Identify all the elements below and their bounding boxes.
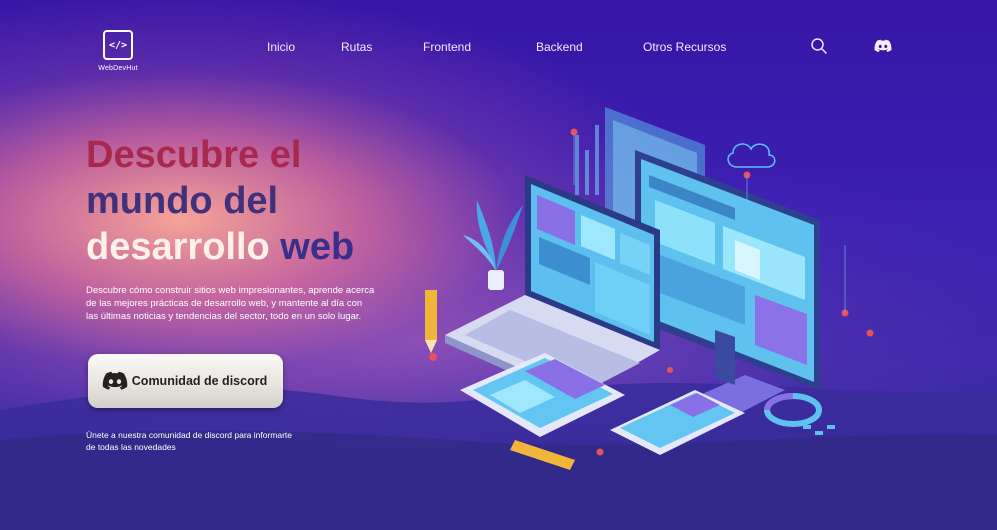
nav-link-rutas[interactable]: Rutas bbox=[341, 40, 372, 54]
pencil bbox=[425, 290, 437, 361]
nav-link-backend[interactable]: Backend bbox=[536, 40, 583, 54]
brand-name: WebDevHut bbox=[98, 65, 138, 72]
hero-title-line3a: desarrollo bbox=[86, 226, 281, 268]
search-icon[interactable] bbox=[810, 37, 828, 55]
hero-title-line3b: web bbox=[280, 226, 355, 268]
hero-title-line2: mundo del bbox=[86, 180, 279, 222]
nav-link-inicio[interactable]: Inicio bbox=[267, 40, 295, 54]
discord-icon[interactable] bbox=[874, 39, 892, 53]
discord-button-label: Comunidad de discord bbox=[131, 373, 268, 388]
ruler bbox=[510, 440, 575, 470]
hero-title-line1: Descubre el bbox=[86, 134, 302, 176]
code-icon: </> bbox=[103, 30, 133, 60]
top-navbar: </> WebDevHut Inicio Rutas Frontend Back… bbox=[0, 0, 997, 90]
hero-title: Descubre el mundo del desarrollo web bbox=[86, 132, 416, 270]
nav-link-frontend[interactable]: Frontend bbox=[423, 40, 471, 54]
cloud-icon bbox=[727, 143, 776, 168]
brand-logo[interactable]: </> WebDevHut bbox=[88, 30, 148, 72]
join-community-text: Únete a nuestra comunidad de discord par… bbox=[86, 430, 293, 452]
hero-description: Descubre cómo construir sitios web impre… bbox=[86, 285, 375, 322]
plant bbox=[463, 200, 523, 290]
monitor bbox=[635, 150, 820, 413]
discord-community-button[interactable]: Comunidad de discord bbox=[88, 354, 283, 408]
developer-devices-illustration bbox=[425, 107, 874, 470]
discord-icon bbox=[100, 371, 130, 391]
nav-link-otros-recursos[interactable]: Otros Recursos bbox=[643, 40, 726, 54]
donut-chart-widget bbox=[764, 393, 822, 427]
